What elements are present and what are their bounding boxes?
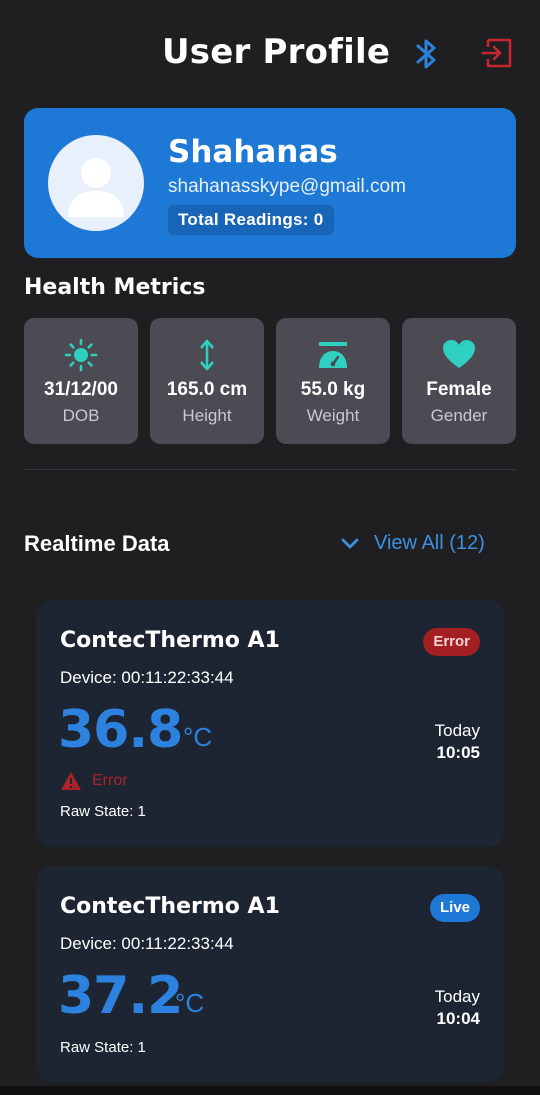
reading-day: Today <box>434 987 480 1006</box>
bluetooth-icon <box>416 39 436 69</box>
status-badge: Live <box>429 894 480 922</box>
view-all-button[interactable]: View All (12) <box>340 528 485 558</box>
metric-label: DOB <box>62 406 100 425</box>
error-row: Error <box>60 771 128 791</box>
profile-email: shahanasskype@gmail.com <box>168 176 406 197</box>
reading-card[interactable]: ContecThermo A1 Error Device: 00:11:22:3… <box>36 600 504 847</box>
temperature-unit: °C <box>183 722 213 752</box>
realtime-title: Realtime Data <box>24 531 170 556</box>
reading-day: Today <box>434 721 480 740</box>
divider <box>24 469 516 470</box>
metric-label: Gender <box>430 406 488 425</box>
metric-weight: 55.0 kg Weight <box>276 318 390 444</box>
device-id: Device: 00:11:22:33:44 <box>60 668 234 687</box>
metric-value: 55.0 kg <box>300 379 366 400</box>
temperature-unit: °C <box>175 988 205 1018</box>
metric-value: 31/12/00 <box>44 379 118 400</box>
header: User Profile <box>0 0 540 108</box>
warning-icon <box>61 772 81 790</box>
view-all-label: View All (12) <box>374 531 485 554</box>
bluetooth-button[interactable] <box>410 36 442 72</box>
reading-time: 10:05 <box>436 743 480 762</box>
profile-name: Shahanas <box>168 134 338 170</box>
user-profile-screen: User Profile Shahanas shahanasskype@gmai… <box>0 0 540 1095</box>
health-metrics-grid: 31/12/00 DOB 165.0 cm Height 55.0 kg Wei… <box>24 318 516 444</box>
heart-icon <box>443 340 475 368</box>
metric-label: Height <box>182 406 232 425</box>
raw-state: Raw State: 1 <box>60 803 146 820</box>
sun-icon <box>64 338 98 372</box>
device-id: Device: 00:11:22:33:44 <box>60 934 234 953</box>
avatar <box>48 135 144 231</box>
metric-value: Female <box>426 379 492 400</box>
status-badge: Error <box>423 628 480 656</box>
chevron-down-icon <box>341 538 359 549</box>
weight-scale-icon <box>319 342 347 368</box>
device-name: ContecThermo A1 <box>60 628 280 653</box>
metric-label: Weight <box>306 406 360 425</box>
user-avatar-icon <box>68 158 124 217</box>
logout-button[interactable] <box>480 37 514 69</box>
metric-value: 165.0 cm <box>166 379 248 400</box>
temperature-value: 36.8 <box>58 700 183 760</box>
reading-time: 10:04 <box>436 1009 480 1028</box>
height-arrows-icon <box>200 339 214 371</box>
logout-icon <box>481 38 512 68</box>
metric-height: 165.0 cm Height <box>150 318 264 444</box>
health-metrics-title: Health Metrics <box>24 275 206 300</box>
device-name: ContecThermo A1 <box>60 894 280 919</box>
reading-card[interactable]: ContecThermo A1 Live Device: 00:11:22:33… <box>36 866 504 1082</box>
bottom-bar <box>0 1086 540 1095</box>
error-text: Error <box>92 772 128 789</box>
raw-state: Raw State: 1 <box>60 1039 146 1056</box>
page-title: User Profile <box>162 32 391 72</box>
profile-card: Shahanas shahanasskype@gmail.com Total R… <box>24 108 516 258</box>
total-readings-badge: Total Readings: 0 <box>168 205 334 235</box>
temperature-value: 37.2 <box>58 966 183 1026</box>
metric-dob: 31/12/00 DOB <box>24 318 138 444</box>
metric-gender: Female Gender <box>402 318 516 444</box>
